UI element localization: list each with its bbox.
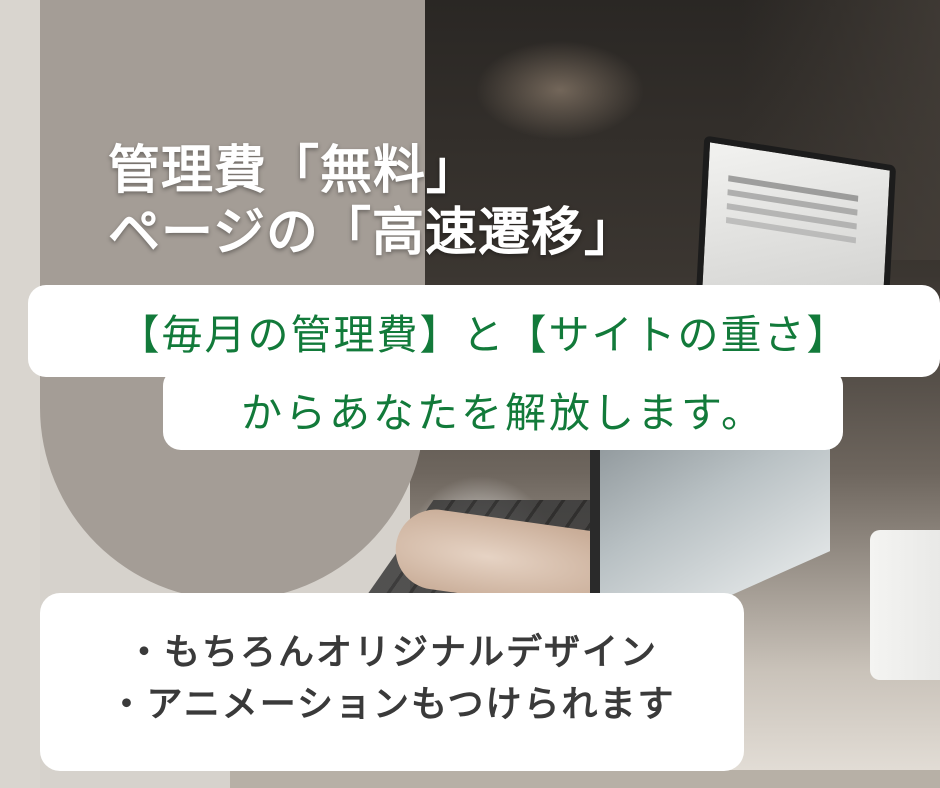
left-strip xyxy=(0,0,40,788)
banner: 管理費「無料」 ページの「高速遷移」 【毎月の管理費】と【サイトの重さ】 からあ… xyxy=(0,0,940,788)
feature-item: ・もちろんオリジナルデザイン xyxy=(125,632,658,673)
headline: 管理費「無料」 ページの「高速遷移」 xyxy=(108,140,637,264)
message-box-1: 【毎月の管理費】と【サイトの重さ】 xyxy=(28,285,940,377)
message-line-1: 【毎月の管理費】と【サイトの重さ】 xyxy=(118,311,850,359)
mug-image xyxy=(870,530,940,680)
headline-line-2: ページの「高速遷移」 xyxy=(108,202,637,263)
bottom-band xyxy=(230,770,940,788)
message-line-2: からあなたを解放します。 xyxy=(241,389,765,437)
feature-list: ・もちろんオリジナルデザイン ・アニメーションもつけられます xyxy=(40,593,744,771)
feature-item: ・アニメーションもつけられます xyxy=(108,684,676,725)
screen-content xyxy=(728,175,859,202)
headline-line-1: 管理費「無料」 xyxy=(108,140,480,201)
message-box-2: からあなたを解放します。 xyxy=(163,368,843,450)
